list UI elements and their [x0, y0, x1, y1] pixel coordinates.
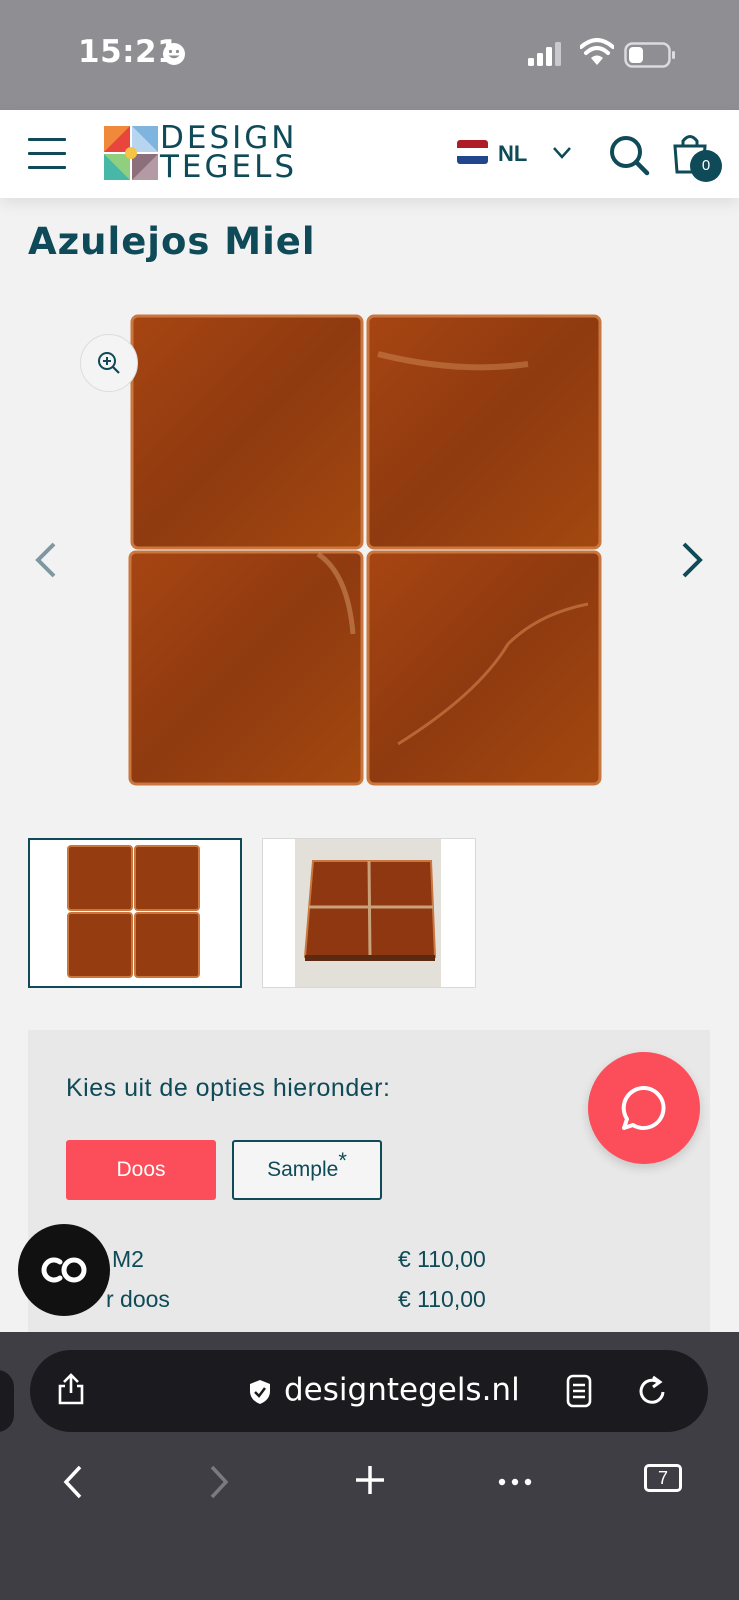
status-bar: 15:21: [0, 0, 739, 110]
zoom-in-icon: [98, 352, 120, 374]
cart-count-badge: 0: [690, 150, 722, 182]
chevron-left-icon[interactable]: [34, 542, 58, 578]
shield-icon: [250, 1380, 270, 1404]
option-doos-button[interactable]: Doos: [66, 1140, 216, 1200]
menu-icon-bar: [28, 152, 66, 155]
thumbnail-1[interactable]: [28, 838, 242, 988]
logo-text[interactable]: DESIGN TEGELS: [160, 123, 298, 185]
reader-icon[interactable]: [566, 1374, 592, 1408]
tabs-icon[interactable]: 7: [644, 1464, 682, 1492]
zoom-button[interactable]: [80, 334, 138, 392]
option-sample-label: Sample: [267, 1158, 339, 1181]
option-sample-button[interactable]: Sample*: [232, 1140, 382, 1200]
thumbnail-1-image: [30, 840, 240, 986]
browser-toolbar: designtegels.nl 7: [0, 1332, 739, 1600]
previous-tab-pill[interactable]: [0, 1370, 14, 1432]
thumbnail-2[interactable]: [262, 838, 476, 988]
chat-icon: [621, 1085, 666, 1130]
reload-icon[interactable]: [638, 1374, 668, 1406]
plus-icon[interactable]: [354, 1464, 386, 1496]
logo-line2: TEGELS: [160, 149, 298, 185]
site-header: DESIGN TEGELS NL 0: [0, 110, 739, 198]
chevron-down-icon[interactable]: [552, 146, 572, 160]
menu-icon-bar: [28, 166, 66, 169]
price-label: r doos: [106, 1286, 170, 1312]
chevron-right-icon[interactable]: [680, 542, 704, 578]
battery-icon: [624, 42, 675, 68]
menu-icon-bar: [28, 138, 66, 141]
language-selector[interactable]: NL: [498, 141, 527, 167]
share-icon[interactable]: [56, 1372, 86, 1406]
signal-icon: [528, 42, 561, 66]
wifi-icon: [580, 38, 614, 65]
address-bar[interactable]: designtegels.nl: [30, 1350, 708, 1432]
smiley-icon: [163, 43, 185, 65]
option-sample-mark: *: [338, 1148, 347, 1173]
product-main-image[interactable]: [128, 314, 612, 798]
back-icon[interactable]: [62, 1464, 84, 1500]
options-heading: Kies uit de opties hieronder:: [66, 1074, 391, 1102]
forward-icon[interactable]: [208, 1464, 230, 1500]
search-icon[interactable]: [608, 134, 650, 176]
price-value: € 110,00: [398, 1246, 486, 1272]
co-icon: [41, 1257, 87, 1283]
thumbnail-2-image: [263, 839, 475, 987]
price-label: M2: [112, 1246, 144, 1272]
more-icon[interactable]: [498, 1478, 532, 1486]
price-value: € 110,00: [398, 1286, 486, 1312]
chat-button[interactable]: [588, 1052, 700, 1164]
browser-nav-row: 7: [0, 1442, 739, 1522]
menu-button[interactable]: [28, 138, 66, 172]
logo-icon[interactable]: [104, 126, 158, 180]
product-title: Azulejos Miel: [28, 220, 316, 263]
co-badge-button[interactable]: [18, 1224, 110, 1316]
flag-icon[interactable]: [457, 140, 488, 164]
url-text[interactable]: designtegels.nl: [284, 1372, 520, 1408]
